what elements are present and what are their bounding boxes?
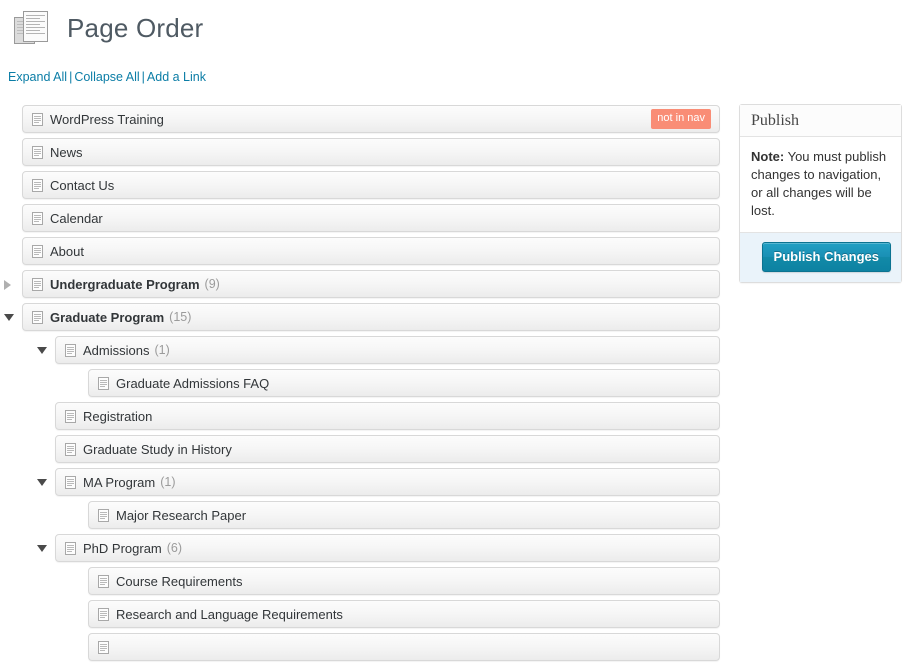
- page-row[interactable]: Major Research Paper: [88, 501, 720, 529]
- page-row[interactable]: Undergraduate Program (9): [22, 270, 720, 298]
- tree-row[interactable]: MA Program (1): [0, 468, 730, 496]
- publish-panel-note: Note: You must publish changes to naviga…: [740, 137, 901, 233]
- tree-row[interactable]: PhD Program (6): [0, 534, 730, 562]
- page-document-icon: [32, 178, 43, 192]
- page-row[interactable]: MA Program (1): [55, 468, 720, 496]
- publish-panel-footer: Publish Changes: [740, 233, 901, 282]
- page-row[interactable]: Course Requirements: [88, 567, 720, 595]
- collapse-triangle-icon[interactable]: [37, 543, 48, 554]
- tree-row[interactable]: Graduate Study in History: [0, 435, 730, 463]
- tree-row[interactable]: About: [0, 237, 730, 265]
- expand-triangle-icon[interactable]: [4, 279, 15, 290]
- page-row-label: MA Program: [83, 474, 156, 490]
- not-in-nav-badge: not in nav: [651, 109, 711, 129]
- page-row[interactable]: Graduate Admissions FAQ: [88, 369, 720, 397]
- page-row-label: Registration: [83, 408, 153, 424]
- page-row-label: Calendar: [50, 210, 103, 226]
- page-row-label: Research and Language Requirements: [116, 606, 343, 622]
- page-title: Page Order: [67, 13, 204, 43]
- collapse-all-link[interactable]: Collapse All: [74, 70, 139, 84]
- page-document-icon: [65, 442, 76, 456]
- tree-row[interactable]: Course Requirements: [0, 567, 730, 595]
- page-row-label: Undergraduate Program: [50, 276, 200, 292]
- page-row[interactable]: News: [22, 138, 720, 166]
- page-row[interactable]: [88, 633, 720, 661]
- page-row[interactable]: Contact Us: [22, 171, 720, 199]
- page-row[interactable]: Calendar: [22, 204, 720, 232]
- collapse-triangle-icon[interactable]: [37, 345, 48, 356]
- page-document-icon: [65, 409, 76, 423]
- tree-row[interactable]: Undergraduate Program (9): [0, 270, 730, 298]
- page-row-label: Graduate Admissions FAQ: [116, 375, 270, 391]
- page-document-icon: [98, 607, 109, 621]
- collapse-triangle-icon[interactable]: [4, 312, 15, 323]
- publish-panel-title: Publish: [751, 111, 800, 129]
- page-row[interactable]: Research and Language Requirements: [88, 600, 720, 628]
- page-row[interactable]: About: [22, 237, 720, 265]
- tree-row[interactable]: WordPress Training not in nav: [0, 105, 730, 133]
- page-document-icon: [32, 211, 43, 225]
- page-row-child-count: (1): [160, 475, 176, 489]
- tree-row[interactable]: Calendar: [0, 204, 730, 232]
- page-document-icon: [98, 376, 109, 390]
- page-row-label: Course Requirements: [116, 573, 243, 589]
- page-row-label: Admissions: [83, 342, 150, 358]
- page-document-icon: [32, 277, 43, 291]
- tree-row[interactable]: Admissions (1): [0, 336, 730, 364]
- page-document-icon: [32, 244, 43, 258]
- page-row-label: Graduate Study in History: [83, 441, 232, 457]
- tree-row[interactable]: [0, 633, 730, 661]
- page-row-child-count: (9): [204, 277, 220, 291]
- tree-row[interactable]: Major Research Paper: [0, 501, 730, 529]
- page-row[interactable]: Registration: [55, 402, 720, 430]
- page-row-label: News: [50, 144, 83, 160]
- page-document-icon: [32, 112, 43, 126]
- publish-panel: Publish Note: You must publish changes t…: [739, 104, 902, 283]
- add-a-link-link[interactable]: Add a Link: [147, 70, 206, 84]
- tree-row[interactable]: News: [0, 138, 730, 166]
- page-row-child-count: (6): [166, 541, 183, 555]
- page-document-icon: [65, 541, 76, 555]
- expand-all-link[interactable]: Expand All: [8, 70, 67, 84]
- documents-stack-icon: [12, 8, 52, 48]
- action-links-bar: Expand All | Collapse All | Add a Link: [8, 70, 206, 84]
- collapse-triangle-icon[interactable]: [37, 477, 48, 488]
- page-row-label: PhD Program: [83, 540, 162, 556]
- tree-row[interactable]: Graduate Admissions FAQ: [0, 369, 730, 397]
- page-row-label: Major Research Paper: [116, 507, 247, 523]
- page-header: Page Order: [8, 6, 203, 50]
- publish-panel-header: Publish: [740, 105, 901, 137]
- page-document-icon: [32, 145, 43, 159]
- page-row[interactable]: PhD Program (6): [55, 534, 720, 562]
- page-document-icon: [98, 508, 109, 522]
- page-document-icon: [98, 640, 109, 654]
- page-document-icon: [98, 574, 109, 588]
- link-separator-2: |: [141, 70, 145, 84]
- page-document-icon: [65, 475, 76, 489]
- page-row-child-count: (1): [154, 343, 170, 357]
- tree-row[interactable]: Research and Language Requirements: [0, 600, 730, 628]
- page-row[interactable]: Admissions (1): [55, 336, 720, 364]
- page-row-label: Contact Us: [50, 177, 115, 193]
- tree-row[interactable]: Contact Us: [0, 171, 730, 199]
- page-order-tree: WordPress Training not in nav News Contact …: [0, 105, 730, 666]
- publish-changes-button[interactable]: Publish Changes: [761, 242, 891, 272]
- page-row-label: About: [50, 243, 84, 259]
- page-row-label: Graduate Program: [50, 309, 165, 325]
- page-row-child-count: (15): [169, 310, 192, 324]
- tree-row[interactable]: Graduate Program (15): [0, 303, 730, 331]
- page-document-icon: [32, 310, 43, 324]
- tree-row[interactable]: Registration: [0, 402, 730, 430]
- page-row-label: WordPress Training: [50, 111, 164, 127]
- link-separator-1: |: [69, 70, 73, 84]
- page-row[interactable]: Graduate Study in History: [55, 435, 720, 463]
- page-row[interactable]: WordPress Training not in nav: [22, 105, 720, 133]
- page-row[interactable]: Graduate Program (15): [22, 303, 720, 331]
- page-document-icon: [65, 343, 76, 357]
- publish-note-label: Note:: [751, 149, 785, 164]
